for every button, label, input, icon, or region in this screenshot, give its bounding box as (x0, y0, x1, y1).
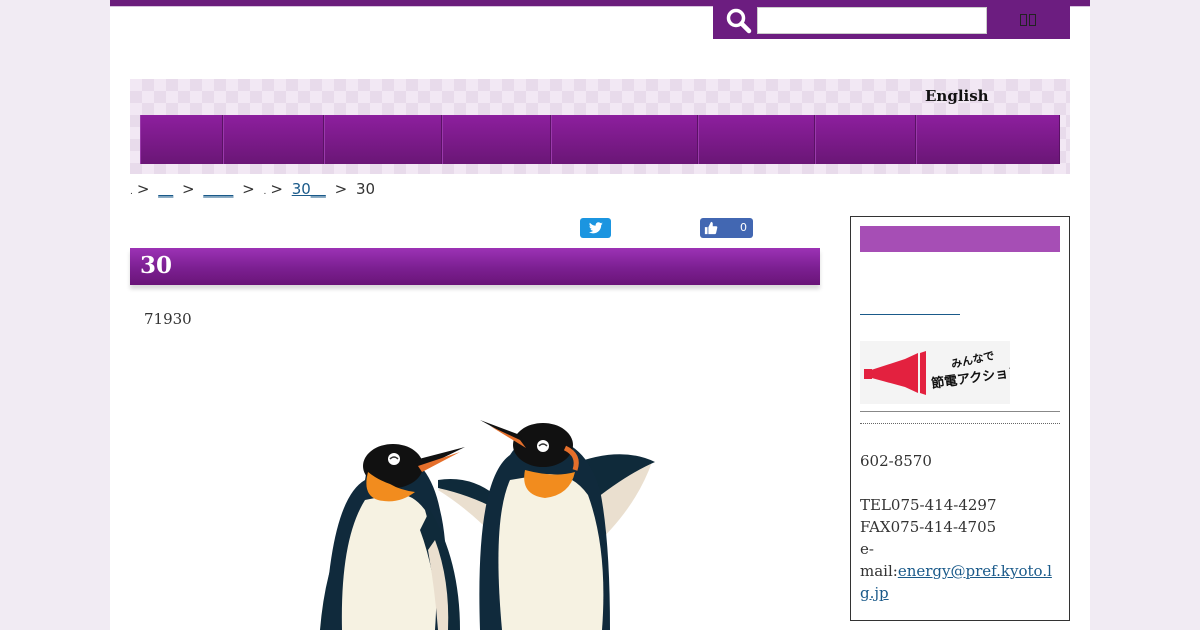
sidebar-header (860, 226, 1060, 252)
header-banner: English (130, 79, 1070, 174)
breadcrumb-link[interactable]: 30__ (292, 180, 326, 198)
search-box (713, 0, 1070, 39)
contact-email-label: mail: (860, 562, 898, 580)
english-link[interactable]: English (925, 87, 989, 105)
search-button-glyph (1029, 14, 1036, 26)
tweet-button[interactable] (580, 218, 611, 238)
search-icon[interactable] (725, 7, 753, 35)
contact-email-prefix: e- (860, 540, 874, 558)
search-button[interactable] (1003, 6, 1053, 34)
search-input[interactable] (757, 7, 987, 34)
page: English . > __ > ____ > . > 30__ > 30 0 30 (110, 0, 1090, 630)
intro-text: 71930 (144, 310, 192, 328)
breadcrumb-current: 30 (355, 180, 376, 198)
nav-item-4[interactable] (442, 115, 551, 164)
divider (860, 423, 1060, 424)
search-button-glyph (1020, 14, 1027, 26)
nav-item-8[interactable] (916, 115, 1060, 164)
penguins-illustration (320, 420, 655, 630)
contact-sidebar: みんなで 節電アクション! 602-8570 TEL075-414-4297 F… (850, 216, 1070, 621)
nav-item-3[interactable] (324, 115, 442, 164)
contact-fax: FAX075-414-4705 (860, 518, 997, 536)
contact-zip: 602-8570 (860, 452, 932, 470)
nav-item-5[interactable] (551, 115, 698, 164)
breadcrumb-link[interactable]: __ (158, 180, 173, 198)
banner-text-line1: みんなで (950, 349, 996, 371)
contact-tel: TEL075-414-4297 (860, 496, 997, 514)
contact-info: 602-8570 TEL075-414-4297 FAX075-414-4705… (860, 450, 1065, 604)
nav-item-6[interactable] (698, 115, 815, 164)
breadcrumb-link[interactable]: ____ (203, 180, 233, 198)
like-count: 0 (740, 221, 747, 234)
page-title-bar: 30 (130, 248, 820, 285)
setsuden-action-banner[interactable]: みんなで 節電アクション! (860, 341, 1028, 404)
twitter-icon (588, 222, 603, 234)
global-nav (140, 115, 1060, 164)
left-penguin (320, 444, 465, 630)
breadcrumb: . > __ > ____ > . > 30__ > 30 (130, 180, 376, 198)
nav-item-1[interactable] (140, 115, 223, 164)
nav-item-2[interactable] (223, 115, 324, 164)
megaphone-logo: みんなで 節電アクション! (864, 349, 1028, 395)
thumbs-up-icon (704, 221, 718, 235)
sidebar-link[interactable] (860, 313, 960, 315)
nav-item-7[interactable] (815, 115, 916, 164)
page-title: 30 (140, 252, 173, 279)
right-penguin (438, 420, 655, 630)
facebook-like-button[interactable]: 0 (700, 218, 753, 238)
divider (860, 411, 1060, 412)
